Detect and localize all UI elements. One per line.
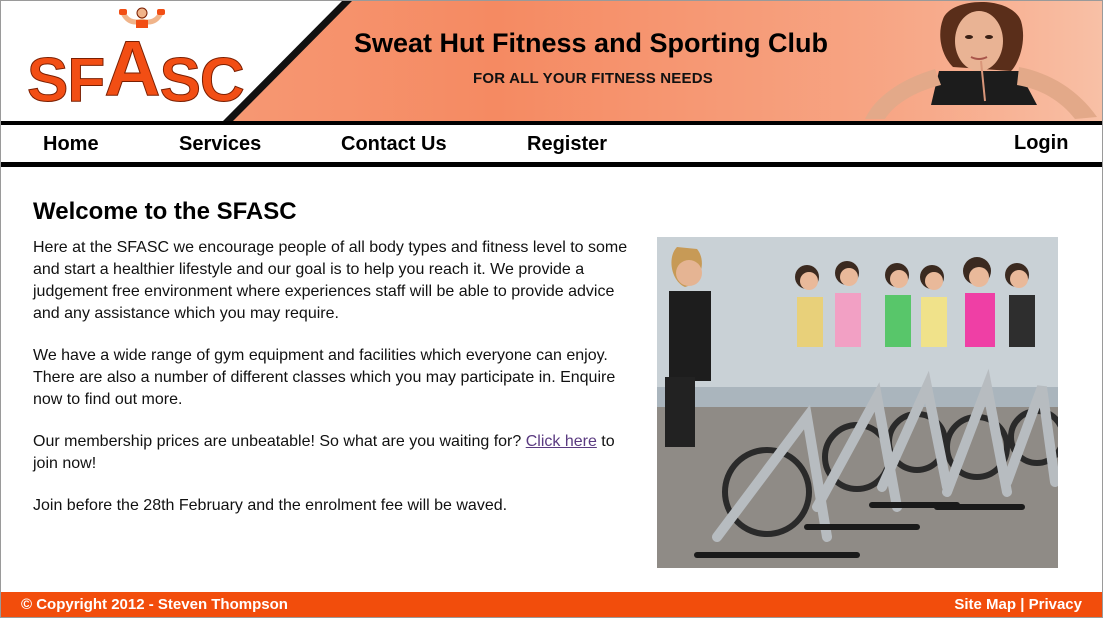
site-title: Sweat Hut Fitness and Sporting Club xyxy=(354,28,829,58)
logo-text: SFASC xyxy=(27,24,246,115)
membership-text: Our membership prices are unbeatable! So… xyxy=(33,433,526,450)
main-nav: Home Services Contact Us Register Login xyxy=(1,125,1102,162)
nav-bottom-border xyxy=(1,162,1102,167)
site-tagline: FOR ALL YOUR FITNESS NEEDS xyxy=(473,70,713,87)
copyright-text: © Copyright 2012 - Steven Thompson xyxy=(21,596,288,613)
page-title: Welcome to the SFASC xyxy=(33,198,297,225)
site-footer: © Copyright 2012 - Steven Thompson Site … xyxy=(1,592,1102,617)
membership-paragraph: Our membership prices are unbeatable! So… xyxy=(33,431,633,475)
privacy-link[interactable]: Privacy xyxy=(1029,596,1082,613)
click-here-link[interactable]: Click here xyxy=(526,433,597,450)
header-hero-image xyxy=(861,1,1102,121)
page-frame: SFASC Sweat Hut Fitness and Sporting Clu… xyxy=(0,0,1103,618)
site-header: SFASC Sweat Hut Fitness and Sporting Clu… xyxy=(1,1,1102,121)
intro-paragraph: Here at the SFASC we encourage people of… xyxy=(33,239,628,322)
nav-login[interactable]: Login xyxy=(1014,132,1068,155)
nav-register[interactable]: Register xyxy=(527,133,607,156)
nav-contact-us[interactable]: Contact Us xyxy=(341,133,447,156)
site-logo[interactable]: SFASC xyxy=(27,7,245,112)
facilities-paragraph: We have a wide range of gym equipment an… xyxy=(33,347,616,408)
nav-services[interactable]: Services xyxy=(179,133,261,156)
enrolment-paragraph: Join before the 28th February and the en… xyxy=(33,497,508,514)
nav-home[interactable]: Home xyxy=(43,133,99,156)
site-map-link[interactable]: Site Map xyxy=(954,596,1016,613)
welcome-content: Here at the SFASC we encourage people of… xyxy=(33,237,633,537)
spin-class-photo xyxy=(657,237,1058,568)
footer-links: Site Map | Privacy xyxy=(954,596,1082,613)
footer-separator: | xyxy=(1020,596,1025,613)
